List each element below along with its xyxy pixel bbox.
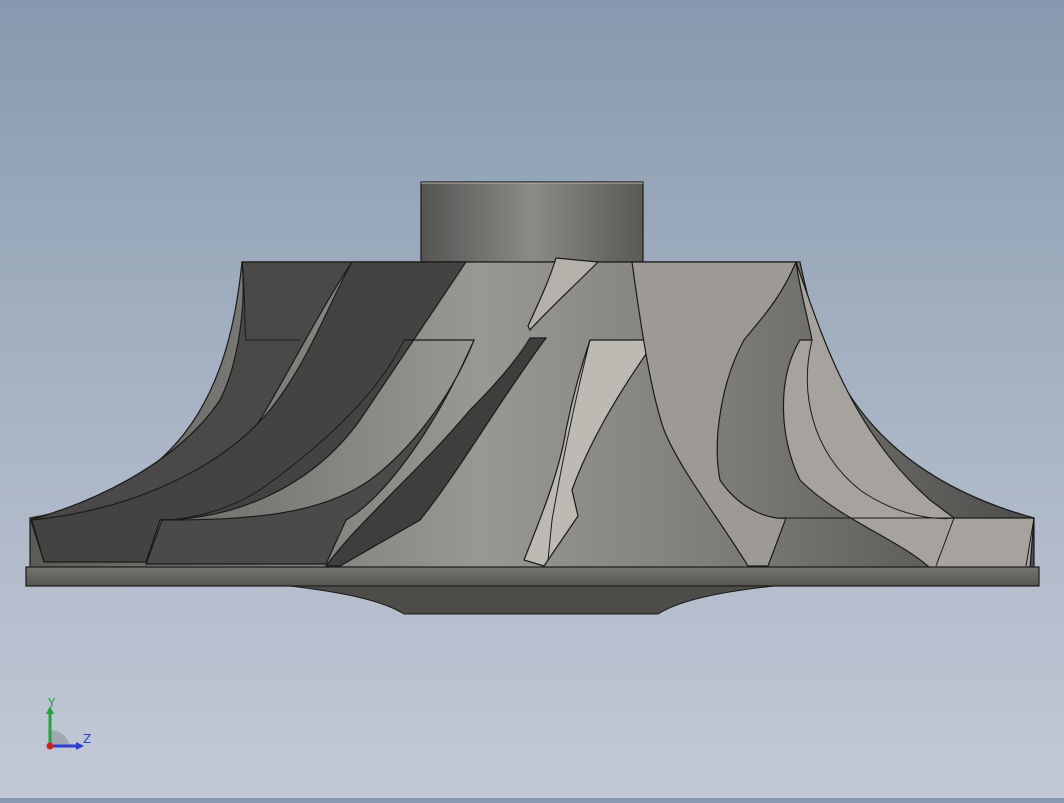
impeller-shaft[interactable] [420, 181, 644, 263]
cad-viewport[interactable]: Y Z [0, 0, 1064, 798]
axis-triad: Y Z [40, 696, 100, 758]
impeller-model[interactable] [0, 0, 1064, 798]
impeller-backplate[interactable] [25, 566, 1040, 615]
y-axis-label: Y [48, 696, 56, 710]
z-axis-label: Z [83, 732, 92, 746]
